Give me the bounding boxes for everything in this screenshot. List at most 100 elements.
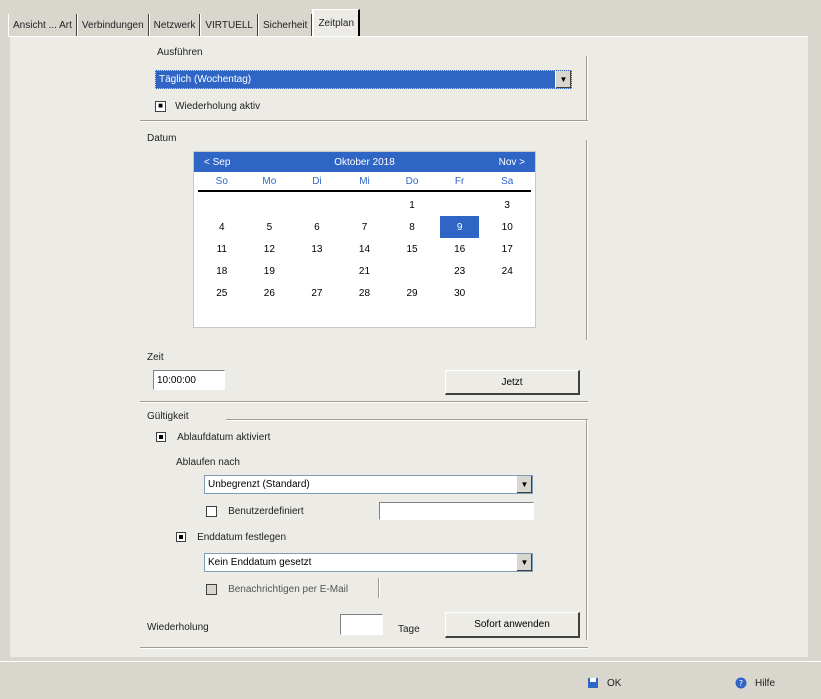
- end-date-option-row[interactable]: Enddatum festlegen: [176, 531, 286, 543]
- calendar-day[interactable]: 24: [483, 260, 531, 282]
- schedule-label: Ausführen: [157, 47, 203, 58]
- calendar-day[interactable]: 1: [388, 194, 436, 216]
- expiry-option-row[interactable]: Ablaufdatum aktiviert: [156, 431, 270, 443]
- weekday-label: Sa: [501, 175, 514, 187]
- custom-checkbox[interactable]: [206, 505, 217, 517]
- next-month-button[interactable]: Nov >: [499, 157, 525, 168]
- calendar-day: [341, 194, 389, 216]
- prev-month-button[interactable]: < Sep: [204, 157, 230, 168]
- schedule-dropdown[interactable]: Täglich (Wochentag) ▼: [155, 70, 572, 89]
- month-title: Oktober 2018: [334, 156, 395, 168]
- weekday-label: Fr: [454, 175, 465, 187]
- end-date-value: Kein Enddatum gesetzt: [208, 557, 312, 568]
- calendar-day[interactable]: 15: [388, 238, 436, 260]
- time-field[interactable]: 10:00:00: [153, 370, 225, 390]
- calendar-day[interactable]: 27: [293, 282, 341, 304]
- tab-connections[interactable]: Verbindungen: [76, 14, 149, 36]
- divider: [140, 120, 588, 122]
- weekday-label: Do: [405, 175, 419, 187]
- calendar-day: [436, 194, 484, 216]
- divider: [586, 420, 588, 640]
- calendar-day[interactable]: 5: [246, 216, 294, 238]
- divider: [140, 401, 588, 403]
- weekday-label: So: [215, 175, 228, 187]
- tab-strip: Ansicht ... Art Verbindungen Netzwerk VI…: [8, 9, 361, 36]
- chevron-down-icon[interactable]: ▼: [516, 476, 532, 493]
- calendar-day[interactable]: 12: [246, 238, 294, 260]
- now-button[interactable]: Jetzt: [445, 370, 580, 395]
- expire-after-label: Ablaufen nach: [176, 457, 240, 468]
- end-date-option-label: Enddatum festlegen: [197, 532, 287, 543]
- svg-text:?: ?: [739, 679, 743, 688]
- calendar-day[interactable]: 23: [436, 260, 484, 282]
- help-action[interactable]: ? Hilfe: [735, 677, 775, 689]
- calendar-day[interactable]: 9: [439, 216, 480, 238]
- custom-checkbox-row[interactable]: Benutzerdefiniert: [206, 505, 304, 517]
- calendar-day[interactable]: 4: [198, 216, 246, 238]
- apply-now-button[interactable]: Sofort anwenden: [445, 612, 580, 638]
- weekday-label: Mi: [359, 175, 370, 187]
- calendar-day[interactable]: 11: [198, 238, 246, 260]
- ok-action[interactable]: OK: [587, 677, 621, 689]
- calendar-day[interactable]: 30: [436, 282, 484, 304]
- repeat-checkbox-row[interactable]: ■ Wiederholung aktiv: [155, 100, 260, 112]
- custom-field[interactable]: [379, 502, 534, 520]
- calendar-days: 1 3 4 5 6 7 8 9 10 11 12 13 14 15 16 17 18 19 21 23 24 25 26 27…: [198, 194, 531, 304]
- help-label: Hilfe: [755, 677, 776, 689]
- end-date-dropdown[interactable]: Kein Enddatum gesetzt ▼: [204, 553, 533, 572]
- schedule-value: Täglich (Wochentag): [159, 74, 252, 85]
- calendar-day: [293, 194, 341, 216]
- calendar-day[interactable]: 3: [483, 194, 531, 216]
- divider: [378, 578, 380, 598]
- divider: [226, 419, 588, 421]
- weekday-label: Mo: [262, 175, 277, 187]
- end-date-radio[interactable]: [176, 532, 186, 543]
- ok-label: OK: [607, 677, 622, 689]
- tab-security[interactable]: Sicherheit: [257, 14, 313, 36]
- weekday-label: Di: [312, 175, 322, 187]
- tab-schedule[interactable]: Zeitplan: [312, 9, 361, 36]
- calendar-day[interactable]: 7: [341, 216, 389, 238]
- calendar-day[interactable]: 25: [198, 282, 246, 304]
- expiry-option-label: Ablaufdatum aktiviert: [177, 432, 271, 443]
- chevron-down-icon[interactable]: ▼: [555, 71, 571, 88]
- calendar-day: [483, 282, 531, 304]
- calendar-day[interactable]: 29: [388, 282, 436, 304]
- divider: [140, 647, 588, 649]
- calendar[interactable]: < Sep Oktober 2018 Nov > So Mo Di Mi Do Fr Sa …: [193, 151, 536, 328]
- calendar-day[interactable]: 18: [198, 260, 246, 282]
- help-icon: ?: [735, 677, 747, 689]
- calendar-day[interactable]: 17: [483, 238, 531, 260]
- calendar-day[interactable]: 26: [246, 282, 294, 304]
- expire-after-value: Unbegrenzt (Standard): [208, 479, 310, 490]
- calendar-day[interactable]: 16: [436, 238, 484, 260]
- notify-label: Benachrichtigen per E-Mail: [228, 584, 349, 595]
- repeat-checkbox[interactable]: ■: [155, 100, 166, 112]
- expiry-label: Gültigkeit: [147, 411, 189, 422]
- calendar-day: [246, 194, 294, 216]
- calendar-day[interactable]: 10: [483, 216, 531, 238]
- notify-checkbox-row[interactable]: Benachrichtigen per E-Mail: [206, 583, 348, 595]
- calendar-day[interactable]: 8: [388, 216, 436, 238]
- divider: [586, 140, 588, 340]
- calendar-day[interactable]: 13: [293, 238, 341, 260]
- calendar-day: [198, 194, 246, 216]
- date-label: Datum: [147, 133, 177, 144]
- tab-view[interactable]: Ansicht ... Art: [8, 14, 77, 36]
- expiry-radio[interactable]: [156, 432, 166, 443]
- custom-label: Benutzerdefiniert: [228, 506, 304, 517]
- chevron-down-icon[interactable]: ▼: [516, 554, 532, 571]
- calendar-day[interactable]: 6: [293, 216, 341, 238]
- footer-bar: [0, 661, 821, 699]
- tab-network[interactable]: Netzwerk: [148, 14, 201, 36]
- weekday-header: So Mo Di Mi Do Fr Sa: [198, 172, 531, 192]
- calendar-day[interactable]: 21: [341, 260, 389, 282]
- notify-checkbox[interactable]: [206, 583, 217, 595]
- calendar-day: [388, 260, 436, 282]
- retry-field[interactable]: [340, 614, 383, 635]
- calendar-day[interactable]: 14: [341, 238, 389, 260]
- calendar-day[interactable]: 28: [341, 282, 389, 304]
- expire-after-dropdown[interactable]: Unbegrenzt (Standard) ▼: [204, 475, 533, 494]
- calendar-day[interactable]: 19: [246, 260, 294, 282]
- tab-virtual[interactable]: VIRTUELL: [200, 14, 258, 36]
